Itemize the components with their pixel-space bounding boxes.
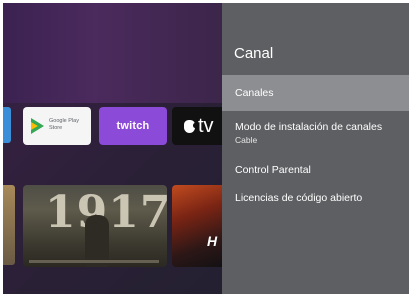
google-play-icon (31, 118, 44, 134)
menu-item-canales[interactable]: Canales (222, 75, 409, 111)
settings-panel: Canal Canales Modo de instalación de can… (222, 3, 409, 294)
menu-item-label: Modo de instalación de canales (235, 121, 383, 133)
poster-1917[interactable]: 1917 (23, 185, 167, 267)
menu-item-modo-instalacion[interactable]: Modo de instalación de canales Cable (222, 121, 409, 151)
google-play-label: Google Play Store (49, 118, 79, 132)
menu-item-label: Canales (235, 87, 274, 99)
menu-item-sublabel: Cable (235, 135, 258, 145)
menu-item-label: Licencias de código abierto (235, 192, 363, 204)
menu-item-control-parental[interactable]: Control Parental (222, 164, 409, 180)
twitch-logo-text: twitch (116, 120, 150, 132)
app-tile-twitch[interactable]: twitch (99, 107, 167, 145)
menu-item-licencias[interactable]: Licencias de código abierto (222, 192, 409, 208)
poster-title: H (207, 233, 218, 249)
google-play-label-line1: Google Play (49, 118, 79, 124)
panel-title: Canal (234, 45, 274, 62)
featured-backdrop (3, 3, 233, 103)
menu-item-label: Control Parental (235, 164, 311, 176)
apple-icon (184, 119, 197, 133)
app-tile-partial[interactable] (3, 107, 11, 143)
google-play-label-line2: Store (49, 125, 63, 131)
poster-credits (29, 260, 159, 263)
app-tile-google-play-store[interactable]: Google Play Store (23, 107, 91, 145)
poster-partial[interactable] (3, 185, 15, 265)
apple-tv-label: tv (198, 114, 214, 137)
